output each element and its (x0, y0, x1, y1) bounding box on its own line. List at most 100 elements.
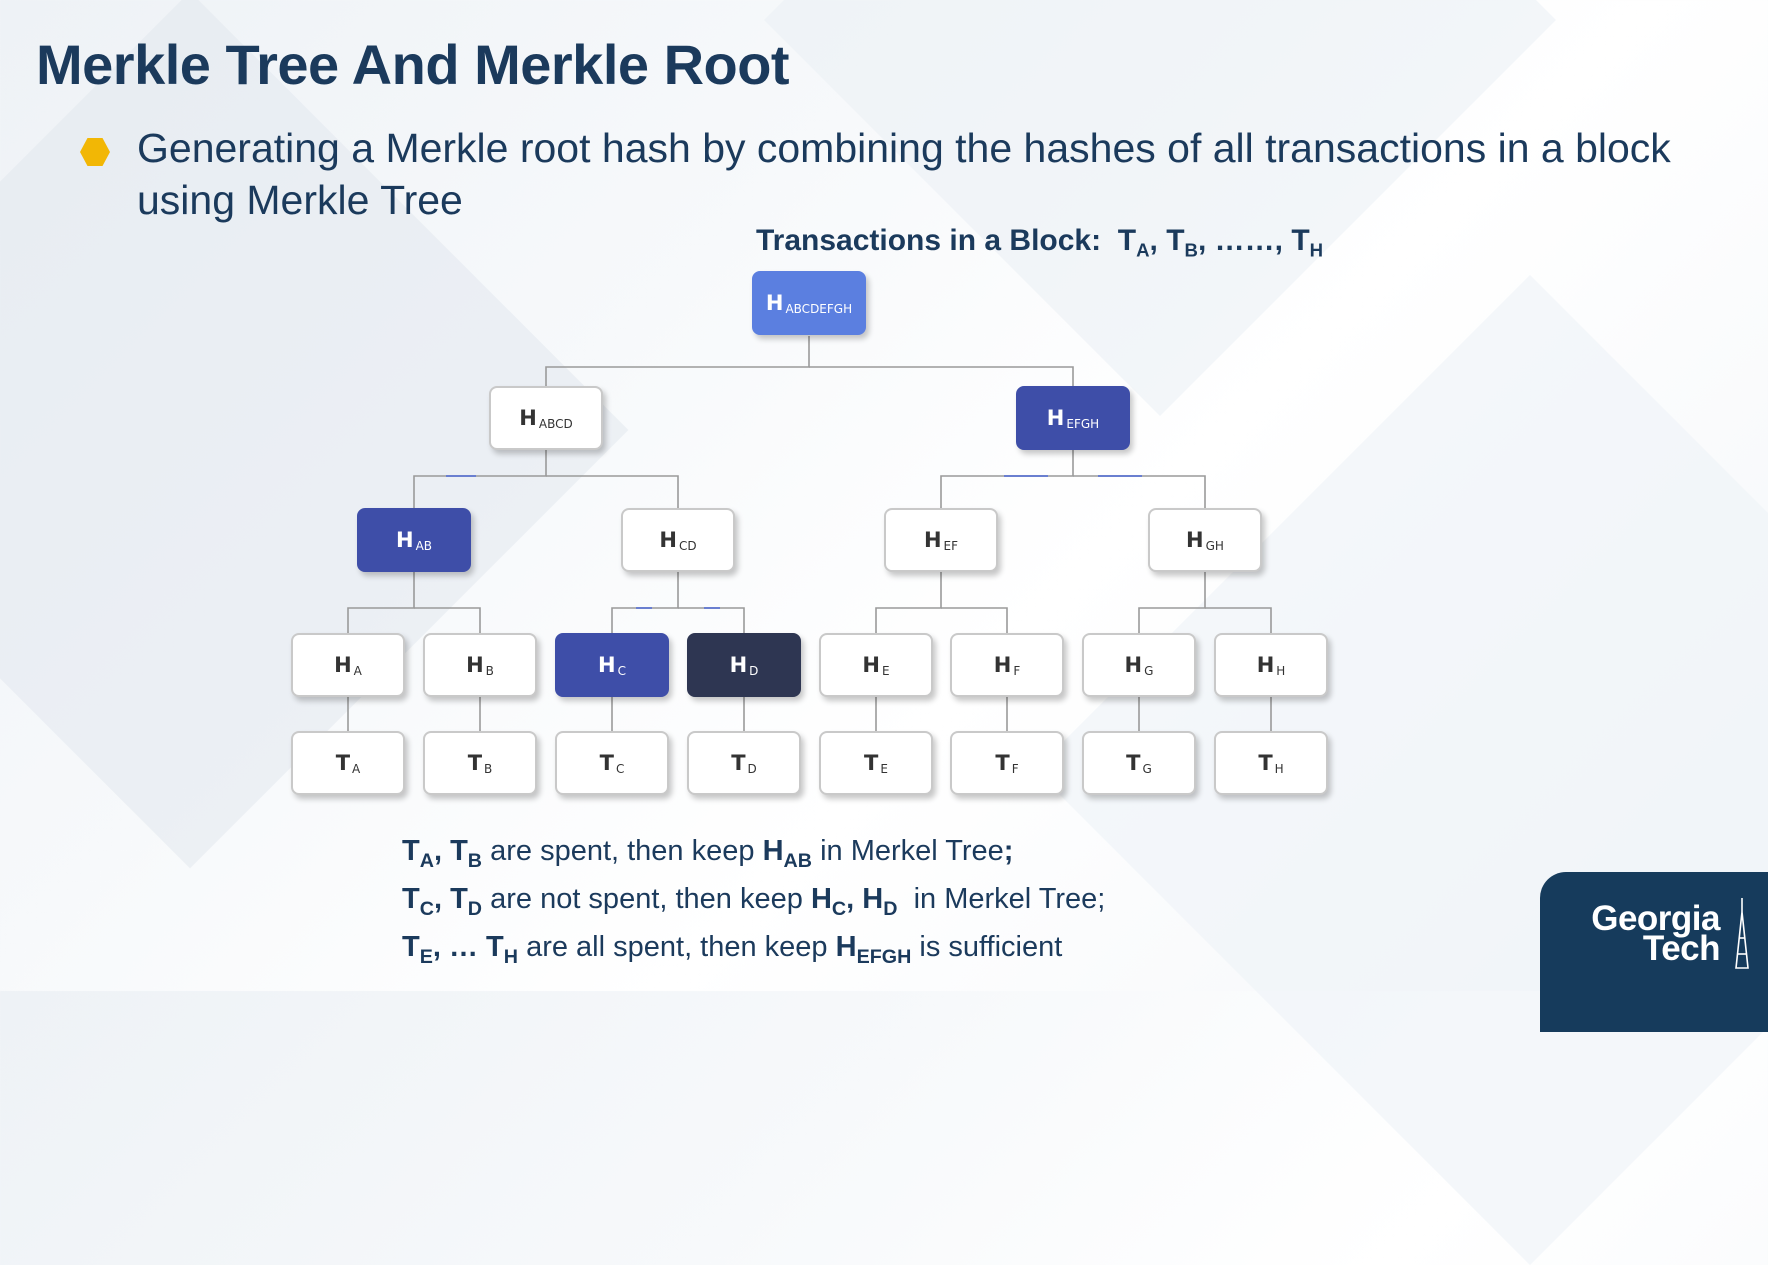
node-h-e: HE (819, 633, 933, 697)
node-letter: H (598, 653, 616, 677)
node-letter: H (395, 528, 414, 552)
connector-line (940, 450, 1074, 508)
connector-line (875, 572, 942, 633)
note-text: is sufficient (919, 930, 1063, 963)
note-subscript: H (503, 945, 519, 968)
node-letter: T (1126, 751, 1141, 775)
note-ellipsis: … (449, 930, 478, 963)
node-h-abcd: H ABCD (489, 386, 603, 450)
node-subscript: C (617, 664, 626, 678)
node-letter: T (864, 751, 879, 775)
node-subscript: F (1011, 762, 1019, 776)
node-t-d: TD (687, 731, 801, 795)
connector-line (809, 366, 1074, 386)
node-letter: H (1124, 653, 1143, 677)
note-subscript: C (831, 897, 847, 920)
note-subscript: C (419, 897, 434, 920)
node-h-a: HA (291, 633, 405, 697)
note-text: are spent, then keep (490, 835, 755, 867)
node-h-ef: H EF (884, 508, 998, 572)
node-subscript: F (1013, 664, 1021, 678)
connector-line (413, 450, 547, 508)
connector-line (1138, 572, 1206, 633)
node-letter: T (599, 751, 614, 775)
node-letter: H (765, 291, 784, 315)
connector-line (545, 336, 810, 386)
note-subscript: E (419, 945, 433, 968)
connector-line (941, 607, 1008, 633)
node-h-efgh: H EFGH (1016, 386, 1130, 450)
note-text: in Merkel Tree; (913, 882, 1106, 915)
node-subscript: E (880, 762, 888, 776)
node-t-g: TG (1082, 731, 1196, 795)
node-letter: H (729, 653, 748, 677)
node-subscript: ABCDEFGH (785, 302, 853, 316)
node-subscript: B (485, 664, 494, 678)
node-h-c: HC (555, 633, 669, 697)
node-letter: T (335, 751, 351, 775)
node-t-c: TC (555, 731, 669, 795)
note-text: in Merkel Tree (820, 835, 1004, 867)
note-line-2: TC, TD are not spent, then keep HC, HD i… (402, 882, 1106, 920)
node-subscript: A (352, 762, 361, 776)
node-subscript: H (1276, 664, 1286, 678)
node-t-h: TH (1214, 731, 1328, 795)
note-subscript: EFGH (856, 945, 912, 968)
explanation-notes: TA, TB are spent, then keep HAB in Merke… (402, 832, 1105, 976)
note-subscript: A (419, 849, 434, 872)
node-letter: T (731, 751, 746, 775)
node-letter: H (993, 653, 1012, 677)
node-h-abcdefgh: H ABCDEFGH (752, 271, 866, 335)
note-line-3: TE, … TH are all spent, then keep HEFGH … (402, 930, 1063, 968)
note-subscript: AB (783, 849, 812, 872)
node-subscript: G (1142, 762, 1152, 776)
node-subscript: E (881, 664, 890, 678)
node-h-cd: H CD (621, 508, 735, 572)
node-letter: T (1258, 751, 1273, 775)
node-subscript: B (484, 762, 493, 776)
node-letter: T (995, 751, 1010, 775)
node-subscript: EFGH (1066, 417, 1100, 431)
node-subscript: CD (678, 539, 697, 553)
node-subscript: GH (1205, 539, 1224, 553)
node-h-gh: H GH (1148, 508, 1262, 572)
connector-line (1205, 607, 1272, 633)
node-subscript: D (749, 664, 759, 678)
note-subscript: D (467, 897, 483, 920)
connector-line (546, 475, 679, 508)
node-h-ab: H AB (357, 508, 471, 572)
note-punctuation: ; (1003, 835, 1014, 867)
note-text: are all spent, then keep (526, 930, 828, 963)
tech-tower-icon (1735, 898, 1749, 969)
node-t-e: TE (819, 731, 933, 795)
node-subscript: G (1144, 664, 1154, 678)
node-letter: H (923, 528, 942, 552)
note-subscript: B (467, 849, 483, 872)
connector-line (1073, 475, 1206, 508)
node-t-f: TF (950, 731, 1064, 795)
node-subscript: A (353, 664, 362, 678)
node-h-d: HD (687, 633, 801, 697)
node-h-f: HF (950, 633, 1064, 697)
node-t-a: TA (291, 731, 405, 795)
node-t-b: TB (423, 731, 537, 795)
node-subscript: H (1274, 762, 1284, 776)
node-h-b: HB (423, 633, 537, 697)
node-letter: T (467, 751, 483, 775)
connector-line (611, 572, 679, 633)
node-letter: H (862, 653, 880, 677)
node-subscript: C (615, 762, 625, 776)
note-subscript: D (883, 897, 898, 920)
connector-line (347, 572, 415, 633)
note-line-1: TA, TB are spent, then keep HAB in Merke… (402, 835, 1014, 872)
node-h-g: HG (1082, 633, 1196, 697)
logo-wordmark: Georgia Tech (1568, 901, 1720, 966)
node-letter: H (1256, 653, 1275, 677)
node-subscript: ABCD (538, 417, 573, 431)
node-letter: H (1046, 406, 1065, 430)
node-subscript: EF (943, 539, 959, 553)
node-h-h: HH (1214, 633, 1328, 697)
node-subscript: D (747, 762, 757, 776)
node-subscript: AB (415, 539, 433, 553)
georgia-tech-logo: Georgia Tech (1540, 872, 1768, 1032)
